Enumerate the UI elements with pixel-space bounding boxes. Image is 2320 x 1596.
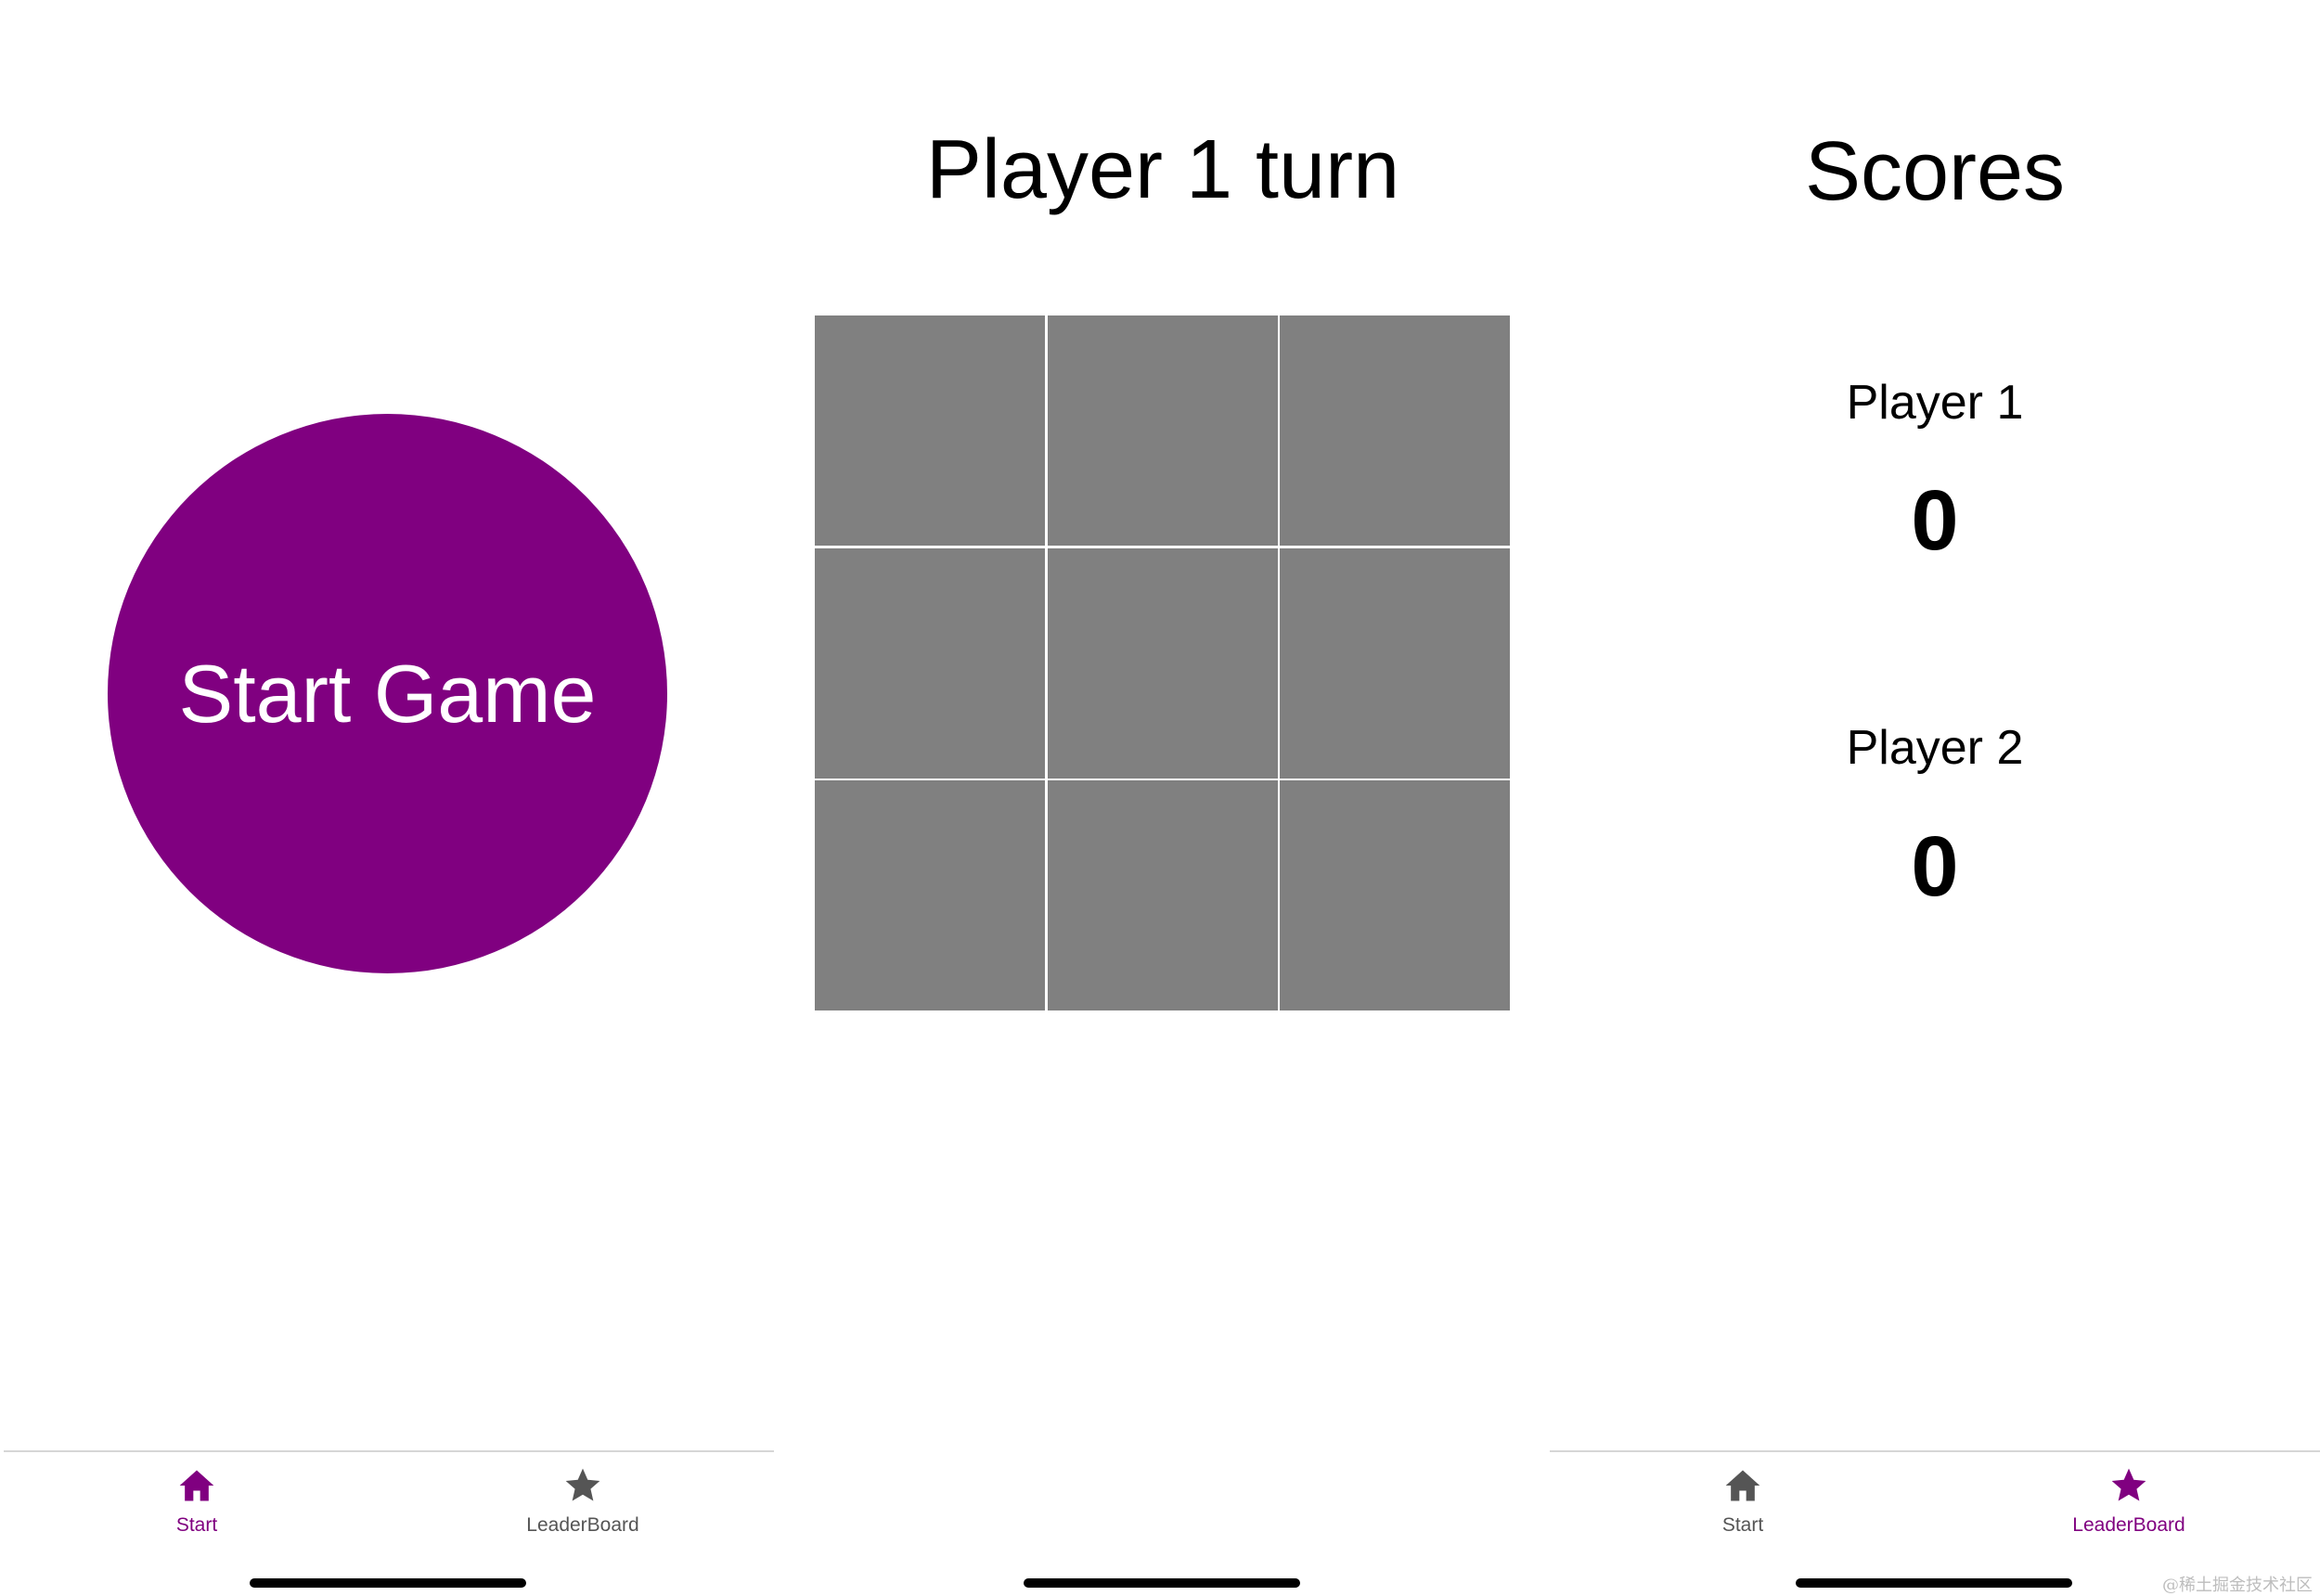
tab-leaderboard-label: LeaderBoard <box>2072 1514 2185 1536</box>
board-cell[interactable] <box>1280 780 1510 1010</box>
tab-start-label: Start <box>175 1514 218 1536</box>
tab-bar: Start LeaderBoard <box>1550 1450 2320 1554</box>
board-cell[interactable] <box>815 315 1045 546</box>
home-indicator <box>250 1578 526 1588</box>
board-cell[interactable] <box>1047 547 1278 779</box>
player2-label: Player 2 <box>1846 721 2024 775</box>
star-icon <box>565 1468 600 1501</box>
board-cell[interactable] <box>1047 315 1278 546</box>
tab-leaderboard[interactable]: LeaderBoard <box>1990 1465 2268 1549</box>
scores-title: Scores <box>1804 125 2066 218</box>
start-game-label: Start Game <box>178 647 597 740</box>
start-screen: Start Game Start LeaderBoard <box>4 0 774 1596</box>
star-icon <box>2111 1468 2146 1501</box>
board-cell[interactable] <box>1280 315 1510 546</box>
tab-bar: Start LeaderBoard <box>4 1450 774 1554</box>
board-cell[interactable] <box>1047 780 1278 1010</box>
board-cell[interactable] <box>815 780 1045 1010</box>
tab-leaderboard[interactable]: LeaderBoard <box>444 1465 722 1549</box>
start-game-button[interactable]: Start Game <box>108 414 667 973</box>
home-indicator <box>1024 1578 1300 1588</box>
player1-label: Player 1 <box>1846 376 2024 430</box>
game-screen: Player 1 turn <box>778 0 1548 1596</box>
board-cell[interactable] <box>815 547 1045 779</box>
scores-screen: Scores Player 1 0 Player 2 0 Start Leade… <box>1550 0 2320 1596</box>
tab-start-label: Start <box>1721 1514 1764 1536</box>
tab-start[interactable]: Start <box>58 1465 336 1549</box>
home-icon <box>179 1470 214 1501</box>
tic-tac-toe-board <box>815 315 1510 1010</box>
player2-score: 0 <box>1911 819 1959 914</box>
turn-title: Player 1 turn <box>925 123 1400 216</box>
screenshot-stage: Start Game Start LeaderBoard Player 1 tu… <box>0 0 2320 1596</box>
board-cell[interactable] <box>1280 547 1510 779</box>
player1-score: 0 <box>1911 473 1959 568</box>
tab-leaderboard-label: LeaderBoard <box>526 1514 639 1536</box>
home-icon <box>1725 1470 1760 1501</box>
home-indicator <box>1796 1578 2072 1588</box>
tab-start[interactable]: Start <box>1604 1465 1882 1549</box>
watermark: @稀土掘金技术社区 <box>2162 1576 2313 1595</box>
